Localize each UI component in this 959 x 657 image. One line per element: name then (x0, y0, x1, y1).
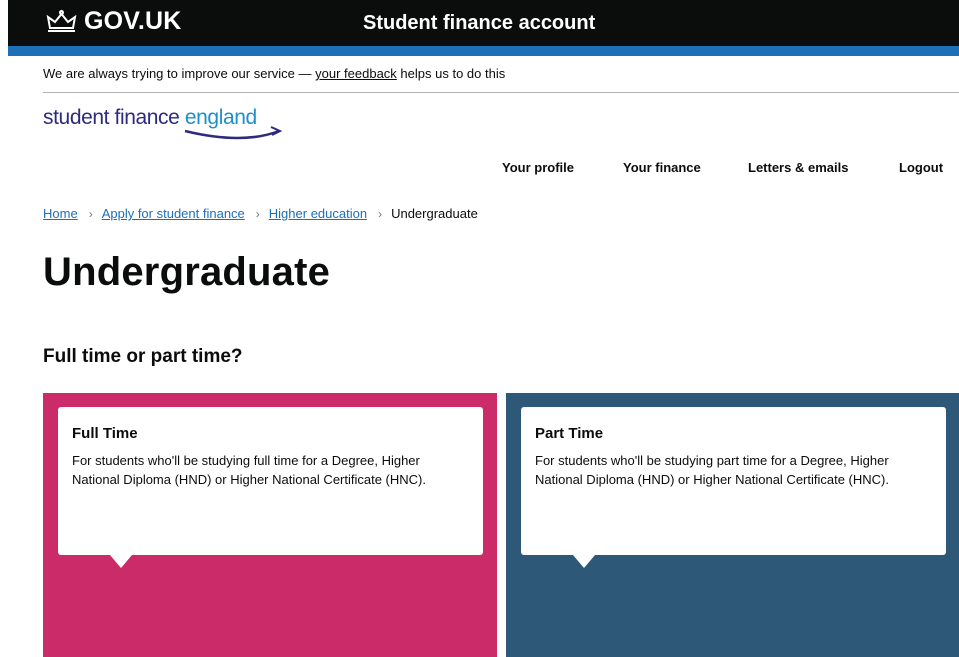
breadcrumb-higher-education[interactable]: Higher education (269, 206, 367, 221)
part-time-description: For students who'll be studying part tim… (535, 453, 889, 487)
govuk-logo-link[interactable]: GOV.UK (84, 7, 182, 36)
chevron-right-icon: › (255, 207, 260, 221)
card-pointer (110, 555, 132, 568)
logo-wordmark-part1: student finance (43, 106, 185, 129)
part-time-option[interactable]: Part Time For students who'll be studyin… (506, 393, 959, 657)
full-time-title: Full Time (72, 425, 138, 442)
chevron-right-icon: › (378, 207, 383, 221)
feedback-text-after: helps us to do this (396, 66, 506, 81)
nav-your-profile[interactable]: Your profile (502, 160, 574, 175)
section-heading: Full time or part time? (43, 346, 243, 367)
breadcrumb: Home › Apply for student finance › Higher ed… (43, 206, 478, 221)
chevron-right-icon: › (88, 207, 93, 221)
header-accent-strip (8, 46, 959, 56)
govuk-header: GOV.UK Student finance account (8, 0, 959, 46)
card-pointer (573, 555, 595, 568)
breadcrumb-home[interactable]: Home (43, 206, 78, 221)
page-title: Undergraduate (43, 250, 331, 294)
full-time-card[interactable]: Full Time For students who'll be studyin… (58, 407, 483, 568)
feedback-link[interactable]: your feedback (315, 66, 397, 81)
breadcrumb-current: Undergraduate (391, 206, 478, 221)
breadcrumb-apply[interactable]: Apply for student finance (102, 206, 245, 221)
logo-swoosh-icon (184, 126, 283, 140)
nav-letters-emails[interactable]: Letters & emails (748, 160, 848, 175)
part-time-title: Part Time (535, 425, 604, 442)
nav-your-finance[interactable]: Your finance (623, 160, 701, 175)
full-time-option[interactable]: Full Time For students who'll be studyin… (43, 393, 497, 657)
nav-logout[interactable]: Logout (899, 160, 943, 175)
divider (43, 92, 959, 93)
part-time-card[interactable]: Part Time For students who'll be studyin… (521, 407, 946, 568)
feedback-banner: We are always trying to improve our serv… (43, 66, 505, 81)
student-finance-england-logo[interactable]: student finance england (43, 106, 303, 140)
feedback-text-before: We are always trying to improve our serv… (43, 66, 316, 81)
full-time-description: For students who'll be studying full tim… (72, 453, 426, 487)
service-name[interactable]: Student finance account (363, 12, 595, 35)
crown-icon (46, 10, 77, 32)
